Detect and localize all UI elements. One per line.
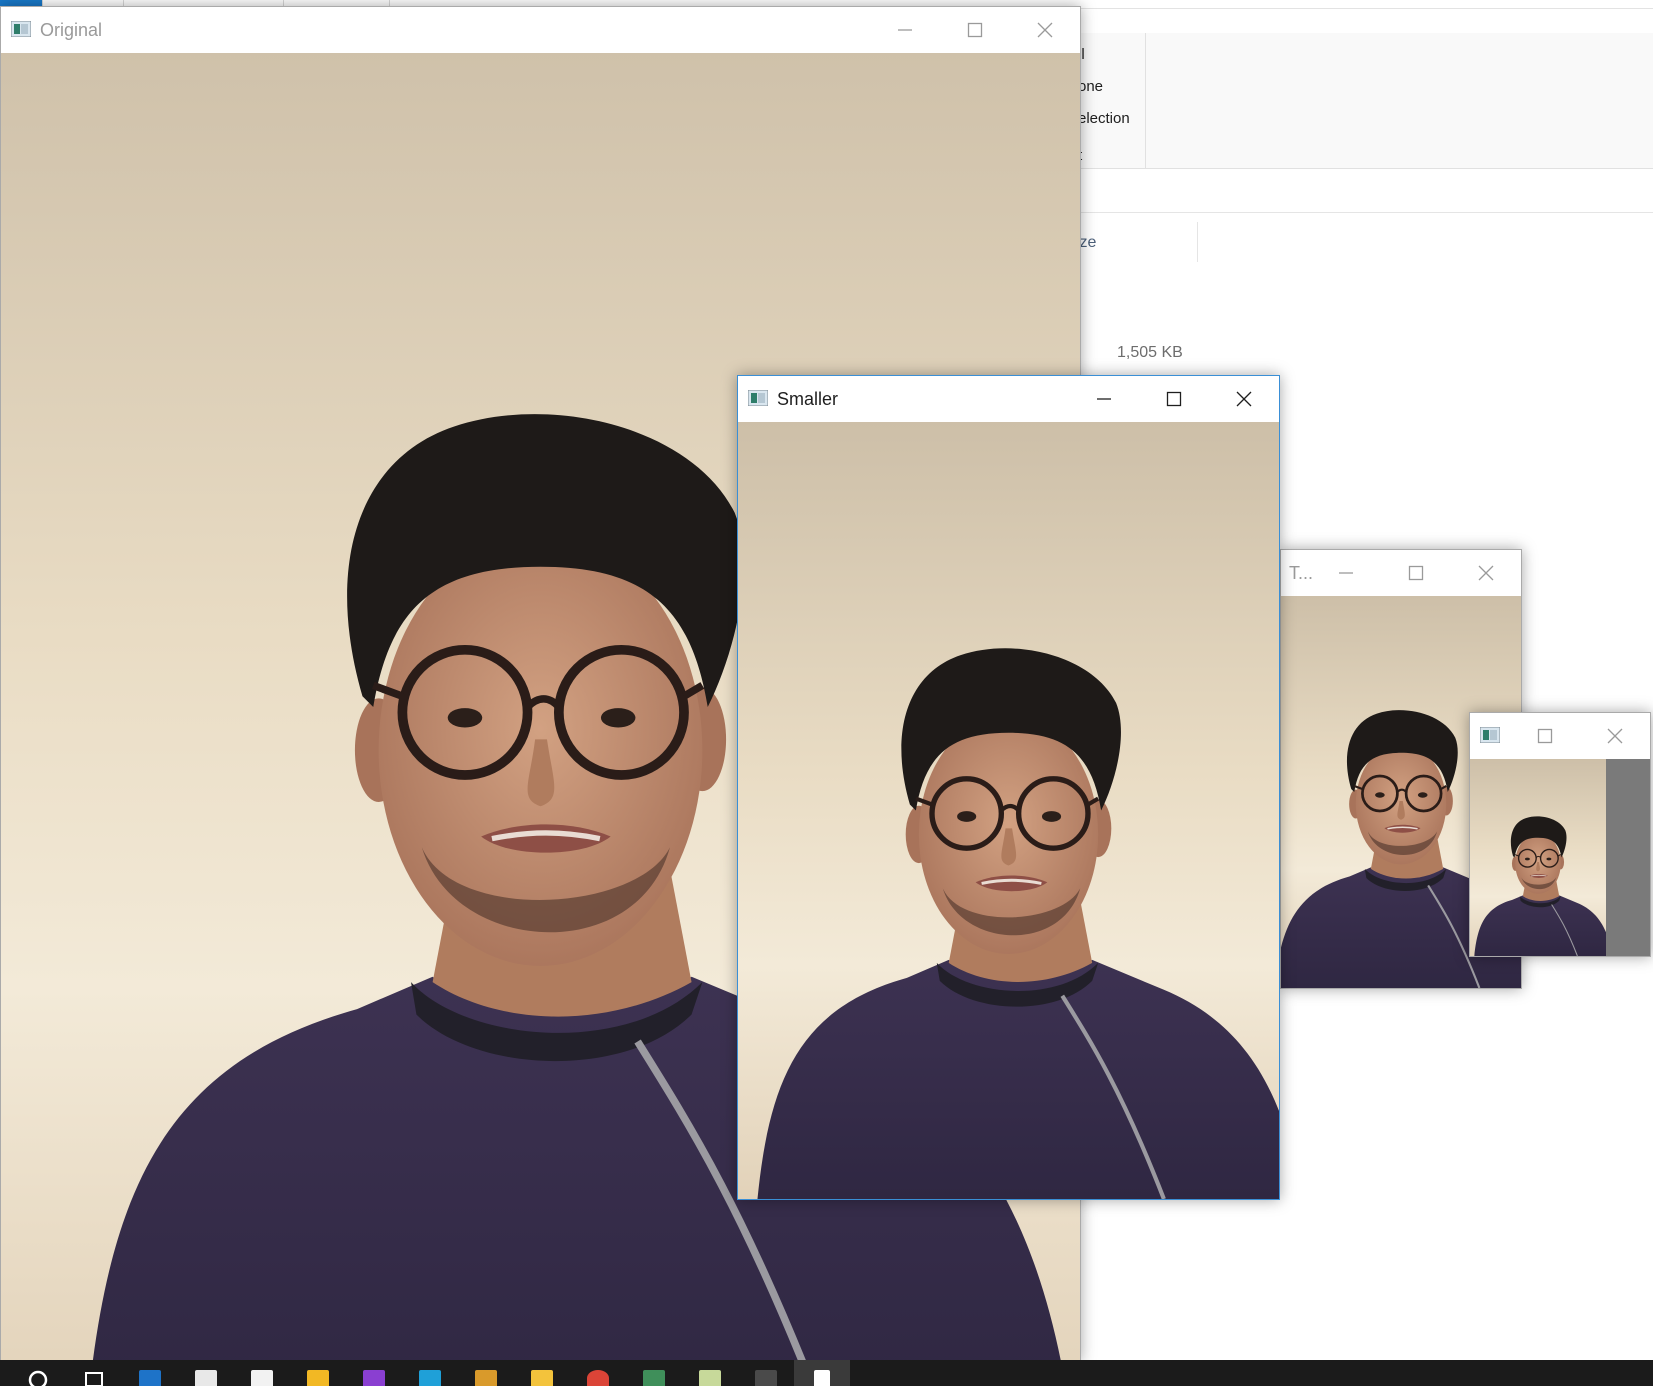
ribbon-select-none[interactable]: one bbox=[1078, 78, 1103, 95]
taskbar-phpstorm[interactable] bbox=[346, 1360, 402, 1386]
window-title: Original bbox=[40, 20, 103, 40]
portrait-image bbox=[1470, 759, 1615, 956]
mail-icon bbox=[251, 1370, 273, 1386]
taskbar-mail[interactable] bbox=[234, 1360, 290, 1386]
titlebar[interactable]: T... bbox=[1281, 550, 1521, 596]
close-icon bbox=[1236, 391, 1252, 407]
window-smaller[interactable]: Smaller bbox=[737, 375, 1280, 1200]
sourcetree-icon bbox=[643, 1370, 665, 1386]
close-button[interactable] bbox=[1580, 713, 1650, 759]
document-icon bbox=[814, 1370, 830, 1386]
minimize-icon bbox=[1339, 572, 1353, 574]
minimize-button[interactable] bbox=[1069, 376, 1139, 422]
file-size-value: 1,505 KB bbox=[1117, 344, 1183, 361]
titlebar[interactable]: Smaller bbox=[738, 376, 1279, 422]
window-title: Smaller bbox=[777, 389, 839, 409]
edge-icon bbox=[139, 1370, 161, 1386]
excel-icon bbox=[699, 1370, 721, 1386]
maximize-button[interactable] bbox=[1510, 713, 1580, 759]
maximize-button[interactable] bbox=[940, 7, 1010, 53]
taskbar-notepad[interactable] bbox=[794, 1360, 850, 1386]
minimize-icon bbox=[898, 29, 912, 31]
close-button[interactable] bbox=[1010, 7, 1080, 53]
taskbar-sticky-notes[interactable] bbox=[290, 1360, 346, 1386]
column-separator[interactable] bbox=[1197, 222, 1198, 262]
address-bar[interactable] bbox=[1000, 180, 1653, 213]
sticky-notes-icon bbox=[307, 1370, 329, 1386]
titlebar[interactable] bbox=[1470, 713, 1650, 759]
close-icon bbox=[1478, 565, 1494, 581]
close-button[interactable] bbox=[1451, 550, 1521, 596]
taskbar-chrome[interactable] bbox=[570, 1360, 626, 1386]
taskbar-edge[interactable] bbox=[122, 1360, 178, 1386]
window-app-icon bbox=[747, 389, 769, 407]
close-button[interactable] bbox=[1209, 376, 1279, 422]
close-icon bbox=[1037, 22, 1053, 38]
ribbon-separator bbox=[1145, 33, 1146, 168]
maximize-icon bbox=[1537, 728, 1553, 744]
image-canvas bbox=[1470, 759, 1650, 956]
minimize-button[interactable] bbox=[1311, 550, 1381, 596]
taskbar bbox=[0, 1360, 1653, 1386]
taskbar-store[interactable] bbox=[178, 1360, 234, 1386]
search-icon bbox=[28, 1370, 48, 1386]
task-view-icon bbox=[85, 1372, 103, 1386]
maximize-button[interactable] bbox=[1381, 550, 1451, 596]
minimize-icon bbox=[1097, 398, 1111, 400]
webstorm-icon bbox=[419, 1370, 441, 1386]
taskbar-cs-go[interactable] bbox=[458, 1360, 514, 1386]
window-app-icon bbox=[1479, 726, 1501, 744]
store-icon bbox=[195, 1370, 217, 1386]
maximize-button[interactable] bbox=[1139, 376, 1209, 422]
taskbar-task-view[interactable] bbox=[66, 1360, 122, 1386]
taskbar-file-explorer[interactable] bbox=[514, 1360, 570, 1386]
terminal-icon bbox=[755, 1370, 777, 1386]
taskbar-excel[interactable] bbox=[682, 1360, 738, 1386]
window-title: T... bbox=[1289, 563, 1314, 583]
minimize-button[interactable] bbox=[870, 7, 940, 53]
explorer-ribbon: ll one election t bbox=[1000, 33, 1653, 169]
window-fourth[interactable] bbox=[1469, 712, 1651, 957]
close-icon bbox=[1607, 728, 1623, 744]
ribbon-invert-selection[interactable]: election bbox=[1078, 110, 1130, 127]
portrait-image bbox=[738, 422, 1279, 1199]
image-canvas bbox=[738, 422, 1279, 1199]
folder-icon bbox=[531, 1370, 553, 1386]
window-app-icon bbox=[10, 20, 32, 38]
maximize-icon bbox=[1166, 391, 1182, 407]
taskbar-sourcetree[interactable] bbox=[626, 1360, 682, 1386]
maximize-icon bbox=[967, 22, 983, 38]
chrome-icon bbox=[587, 1370, 609, 1386]
taskbar-search[interactable] bbox=[10, 1360, 66, 1386]
taskbar-webstorm[interactable] bbox=[402, 1360, 458, 1386]
cs-go-icon bbox=[475, 1370, 497, 1386]
maximize-icon bbox=[1408, 565, 1424, 581]
taskbar-terminal[interactable] bbox=[738, 1360, 794, 1386]
phpstorm-icon bbox=[363, 1370, 385, 1386]
titlebar[interactable]: Original bbox=[1, 7, 1080, 53]
